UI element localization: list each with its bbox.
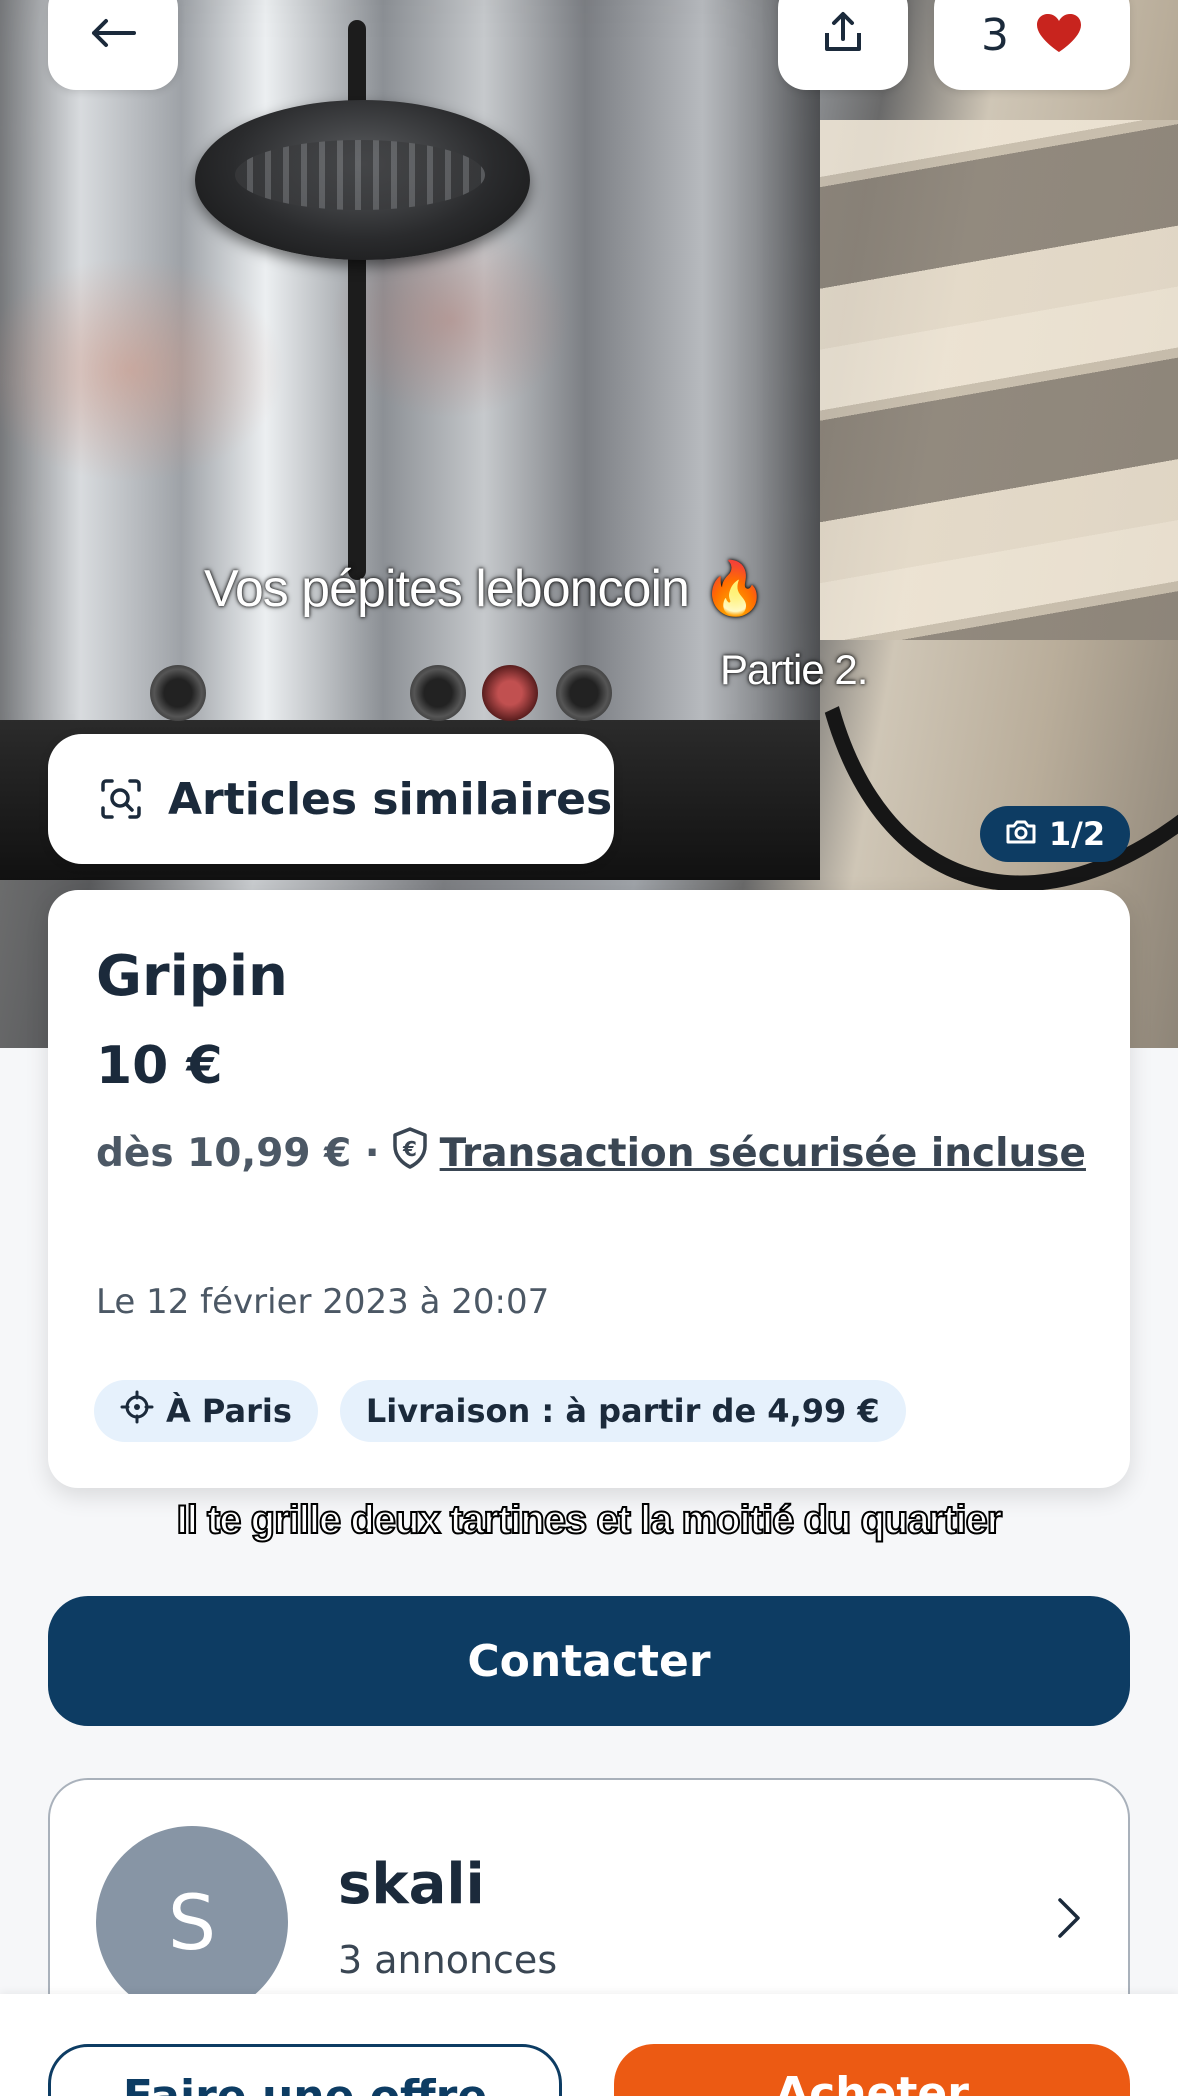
similar-articles-label: Articles similaires (168, 773, 613, 825)
delivery-tag[interactable]: Livraison : à partir de 4,99 € (339, 1380, 906, 1442)
location-tag-label: À Paris (166, 1392, 292, 1430)
back-button[interactable] (48, 0, 178, 90)
heart-icon (1035, 12, 1083, 58)
camera-icon (1005, 815, 1037, 853)
similar-articles-button[interactable]: Articles similaires (48, 734, 614, 864)
listing-title: Gripin (96, 944, 288, 1009)
listing-price: 10 € (96, 1036, 223, 1096)
secure-transaction-link[interactable]: Transaction sécurisée incluse (440, 1131, 1086, 1176)
seller-name: skali (338, 1852, 485, 1917)
contact-button[interactable]: Contacter (48, 1596, 1130, 1726)
video-caption: Il te grille deux tartines et la moitié … (176, 1497, 1004, 1543)
photo-knob (482, 665, 538, 721)
secure-price-text: dès 10,99 € · (96, 1130, 380, 1176)
photo-knob (150, 665, 206, 721)
listing-tags: À Paris Livraison : à partir de 4,99 € (94, 1380, 906, 1442)
back-arrow-icon (90, 18, 136, 52)
avatar: S (96, 1826, 288, 2018)
delivery-tag-label: Livraison : à partir de 4,99 € (365, 1392, 880, 1430)
euro-shield-icon: € (390, 1126, 430, 1180)
favorite-button[interactable]: 3 (934, 0, 1130, 90)
photo-knob (556, 665, 612, 721)
photo-counter-badge[interactable]: 1/2 (980, 806, 1130, 862)
listing-info-card: Gripin 10 € dès 10,99 € · € Transaction … (48, 890, 1130, 1488)
secure-transaction-row: dès 10,99 € · € Transaction sécurisée in… (96, 1126, 1086, 1180)
chevron-right-icon (1056, 1896, 1082, 1944)
listing-date: Le 12 février 2023 à 20:07 (96, 1282, 550, 1322)
buy-button[interactable]: Acheter (614, 2044, 1130, 2096)
photo-knob (410, 665, 466, 721)
share-icon (823, 11, 863, 59)
favorites-count: 3 (981, 9, 1009, 61)
photo-toaster-lever (195, 100, 530, 260)
svg-text:€: € (402, 1137, 417, 1161)
make-offer-button[interactable]: Faire une offre (48, 2044, 562, 2096)
search-image-icon (100, 778, 142, 820)
location-tag[interactable]: À Paris (94, 1380, 318, 1442)
photo-caption-subtitle: Partie 2. (720, 646, 868, 693)
location-target-icon (120, 1390, 154, 1432)
seller-listings-count: 3 annonces (338, 1938, 558, 1982)
photo-counter-text: 1/2 (1048, 815, 1106, 853)
photo-caption-title: Vos pépites leboncoin 🔥 (204, 560, 767, 618)
share-button[interactable] (778, 0, 908, 90)
bottom-action-bar: Faire une offre Acheter (0, 1994, 1178, 2096)
